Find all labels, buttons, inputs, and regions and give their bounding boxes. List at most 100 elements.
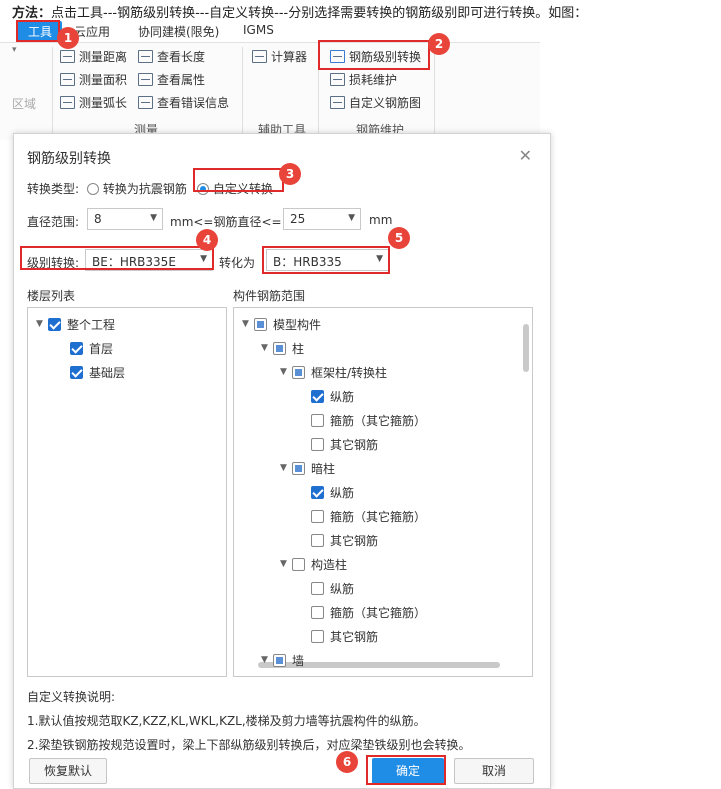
expand-arrow-icon[interactable]: ▼: [261, 655, 273, 665]
component-tree-label: 箍筋（其它箍筋）: [330, 413, 427, 428]
component-checkbox[interactable]: [311, 605, 324, 619]
component-tree-label: 模型构件: [273, 317, 322, 332]
component-checkbox[interactable]: [273, 341, 286, 355]
measure-distance-button[interactable]: 测量距离: [60, 48, 127, 65]
area-icon: [60, 73, 75, 86]
dialog-title: 钢筋级别转换: [27, 151, 111, 167]
floor-tree-row[interactable]: ▼ 整个工程: [36, 315, 115, 333]
component-tree-row[interactable]: 其它钢筋: [299, 627, 378, 645]
component-tree-row[interactable]: 其它钢筋: [299, 531, 378, 549]
component-tree-row[interactable]: 纵筋: [299, 579, 354, 597]
highlight-grade-to: [262, 246, 390, 274]
component-tree-row[interactable]: ▼ 模型构件: [242, 315, 321, 333]
floor-tree-label: 首层: [89, 341, 114, 356]
component-tree-row[interactable]: ▼ 墙: [261, 651, 304, 669]
diameter-max-value: 25: [290, 212, 306, 226]
component-checkbox[interactable]: [311, 581, 324, 595]
component-tree-row[interactable]: 箍筋（其它箍筋）: [299, 507, 426, 525]
calculator-label: 计算器: [271, 50, 308, 64]
component-checkbox[interactable]: [311, 437, 324, 451]
step-badge-3: 3: [279, 163, 301, 185]
component-tree-row[interactable]: 其它钢筋: [299, 435, 378, 453]
tab-cloud[interactable]: 云应用: [74, 23, 110, 40]
view-properties-button[interactable]: 查看属性: [138, 71, 205, 88]
ribbon: 工具 云应用 协同建模(限免) IGMS ▾ 区域 测量距离 测量面积 测量弧长…: [0, 20, 540, 140]
tab-igms[interactable]: IGMS: [243, 23, 274, 37]
view-length-button[interactable]: 查看长度: [138, 48, 205, 65]
ruler-icon: [60, 50, 75, 63]
component-tree-row[interactable]: 纵筋: [299, 483, 354, 501]
step-badge-4: 4: [196, 229, 218, 251]
component-tree-row[interactable]: ▼ 框架柱/转换柱: [280, 363, 387, 381]
measure-distance-label: 测量距离: [79, 50, 128, 64]
expand-arrow-icon[interactable]: ▼: [280, 463, 292, 473]
floor-tree-row[interactable]: 基础层: [70, 363, 125, 381]
rebar-diagram-icon: [330, 96, 345, 109]
expand-arrow-icon[interactable]: ▼: [261, 343, 273, 353]
component-checkbox[interactable]: [254, 317, 267, 331]
component-checkbox[interactable]: [292, 557, 305, 571]
arc-icon: [60, 96, 75, 109]
component-checkbox[interactable]: [292, 461, 305, 475]
component-tree-label: 其它钢筋: [330, 533, 379, 548]
component-tree-row[interactable]: 箍筋（其它箍筋）: [299, 603, 426, 621]
highlight-custom-convert: [193, 168, 284, 192]
component-tree-row[interactable]: ▼ 暗柱: [280, 459, 335, 477]
ribbon-separator: [52, 47, 53, 133]
ribbon-body: ▾ 区域 测量距离 测量面积 测量弧长 查看长度 查看属性 查看错误信息 测量 …: [0, 42, 540, 140]
component-checkbox[interactable]: [311, 533, 324, 547]
radio-seismic-dot: [87, 183, 99, 195]
expand-arrow-icon[interactable]: ▼: [36, 319, 48, 329]
component-checkbox[interactable]: [273, 653, 286, 667]
component-checkbox[interactable]: [311, 413, 324, 427]
expand-arrow-icon[interactable]: ▼: [242, 319, 254, 329]
custom-rebar-diagram-button[interactable]: 自定义钢筋图: [330, 94, 421, 111]
cancel-button[interactable]: 取消: [454, 758, 534, 784]
close-icon[interactable]: ✕: [519, 146, 532, 165]
instruction-body: 点击工具---钢筋级别转换---自定义转换---分别选择需要转换的钢筋级别即可进…: [51, 6, 588, 21]
diameter-mid-label: mm<=钢筋直径<=: [170, 215, 282, 229]
highlight-grade-from: [20, 246, 214, 270]
step-badge-1: 1: [57, 27, 79, 49]
vertical-scrollbar[interactable]: [523, 324, 529, 372]
step-badge-5: 5: [388, 227, 410, 249]
component-tree-label: 暗柱: [311, 461, 336, 476]
region-label: 区域: [12, 97, 37, 111]
component-tree-row[interactable]: 纵筋: [299, 387, 354, 405]
component-range-label: 构件钢筋范围: [233, 289, 306, 303]
error-info-icon: [138, 96, 153, 109]
floor-tree-row[interactable]: 首层: [70, 339, 113, 357]
diameter-min-select[interactable]: 8 ▼: [87, 208, 163, 230]
view-errors-label: 查看错误信息: [157, 96, 230, 110]
step-badge-2: 2: [428, 33, 450, 55]
component-checkbox[interactable]: [311, 629, 324, 643]
component-tree-row[interactable]: ▼ 构造柱: [280, 555, 347, 573]
ribbon-separator: [434, 47, 435, 133]
component-tree-label: 其它钢筋: [330, 629, 379, 644]
calculator-button[interactable]: 计算器: [252, 48, 307, 65]
measure-area-button[interactable]: 测量面积: [60, 71, 127, 88]
component-checkbox[interactable]: [311, 389, 324, 403]
component-checkbox[interactable]: [311, 509, 324, 523]
floor-checkbox[interactable]: [70, 365, 83, 379]
expand-arrow-icon[interactable]: ▼: [280, 367, 292, 377]
view-errors-button[interactable]: 查看错误信息: [138, 94, 229, 111]
radio-seismic[interactable]: 转换为抗震钢筋: [87, 180, 187, 197]
component-tree-label: 墙: [292, 653, 305, 668]
component-checkbox[interactable]: [292, 365, 305, 379]
component-checkbox[interactable]: [311, 485, 324, 499]
component-tree-row[interactable]: ▼ 柱: [261, 339, 304, 357]
component-tree-label: 框架柱/转换柱: [311, 365, 388, 380]
tab-collab[interactable]: 协同建模(限免): [138, 23, 219, 40]
floor-checkbox[interactable]: [70, 341, 83, 355]
view-length-label: 查看长度: [157, 50, 206, 64]
loss-maintenance-button[interactable]: 损耗维护: [330, 71, 397, 88]
expand-arrow-icon[interactable]: ▼: [280, 559, 292, 569]
ribbon-collapse-icon[interactable]: ▾: [12, 45, 17, 55]
reset-default-button[interactable]: 恢复默认: [29, 758, 107, 784]
dropdown-arrow-icon: ▼: [348, 213, 355, 223]
diameter-max-select[interactable]: 25 ▼: [283, 208, 361, 230]
floor-checkbox[interactable]: [48, 317, 61, 331]
measure-arc-button[interactable]: 测量弧长: [60, 94, 127, 111]
component-tree-row[interactable]: 箍筋（其它箍筋）: [299, 411, 426, 429]
